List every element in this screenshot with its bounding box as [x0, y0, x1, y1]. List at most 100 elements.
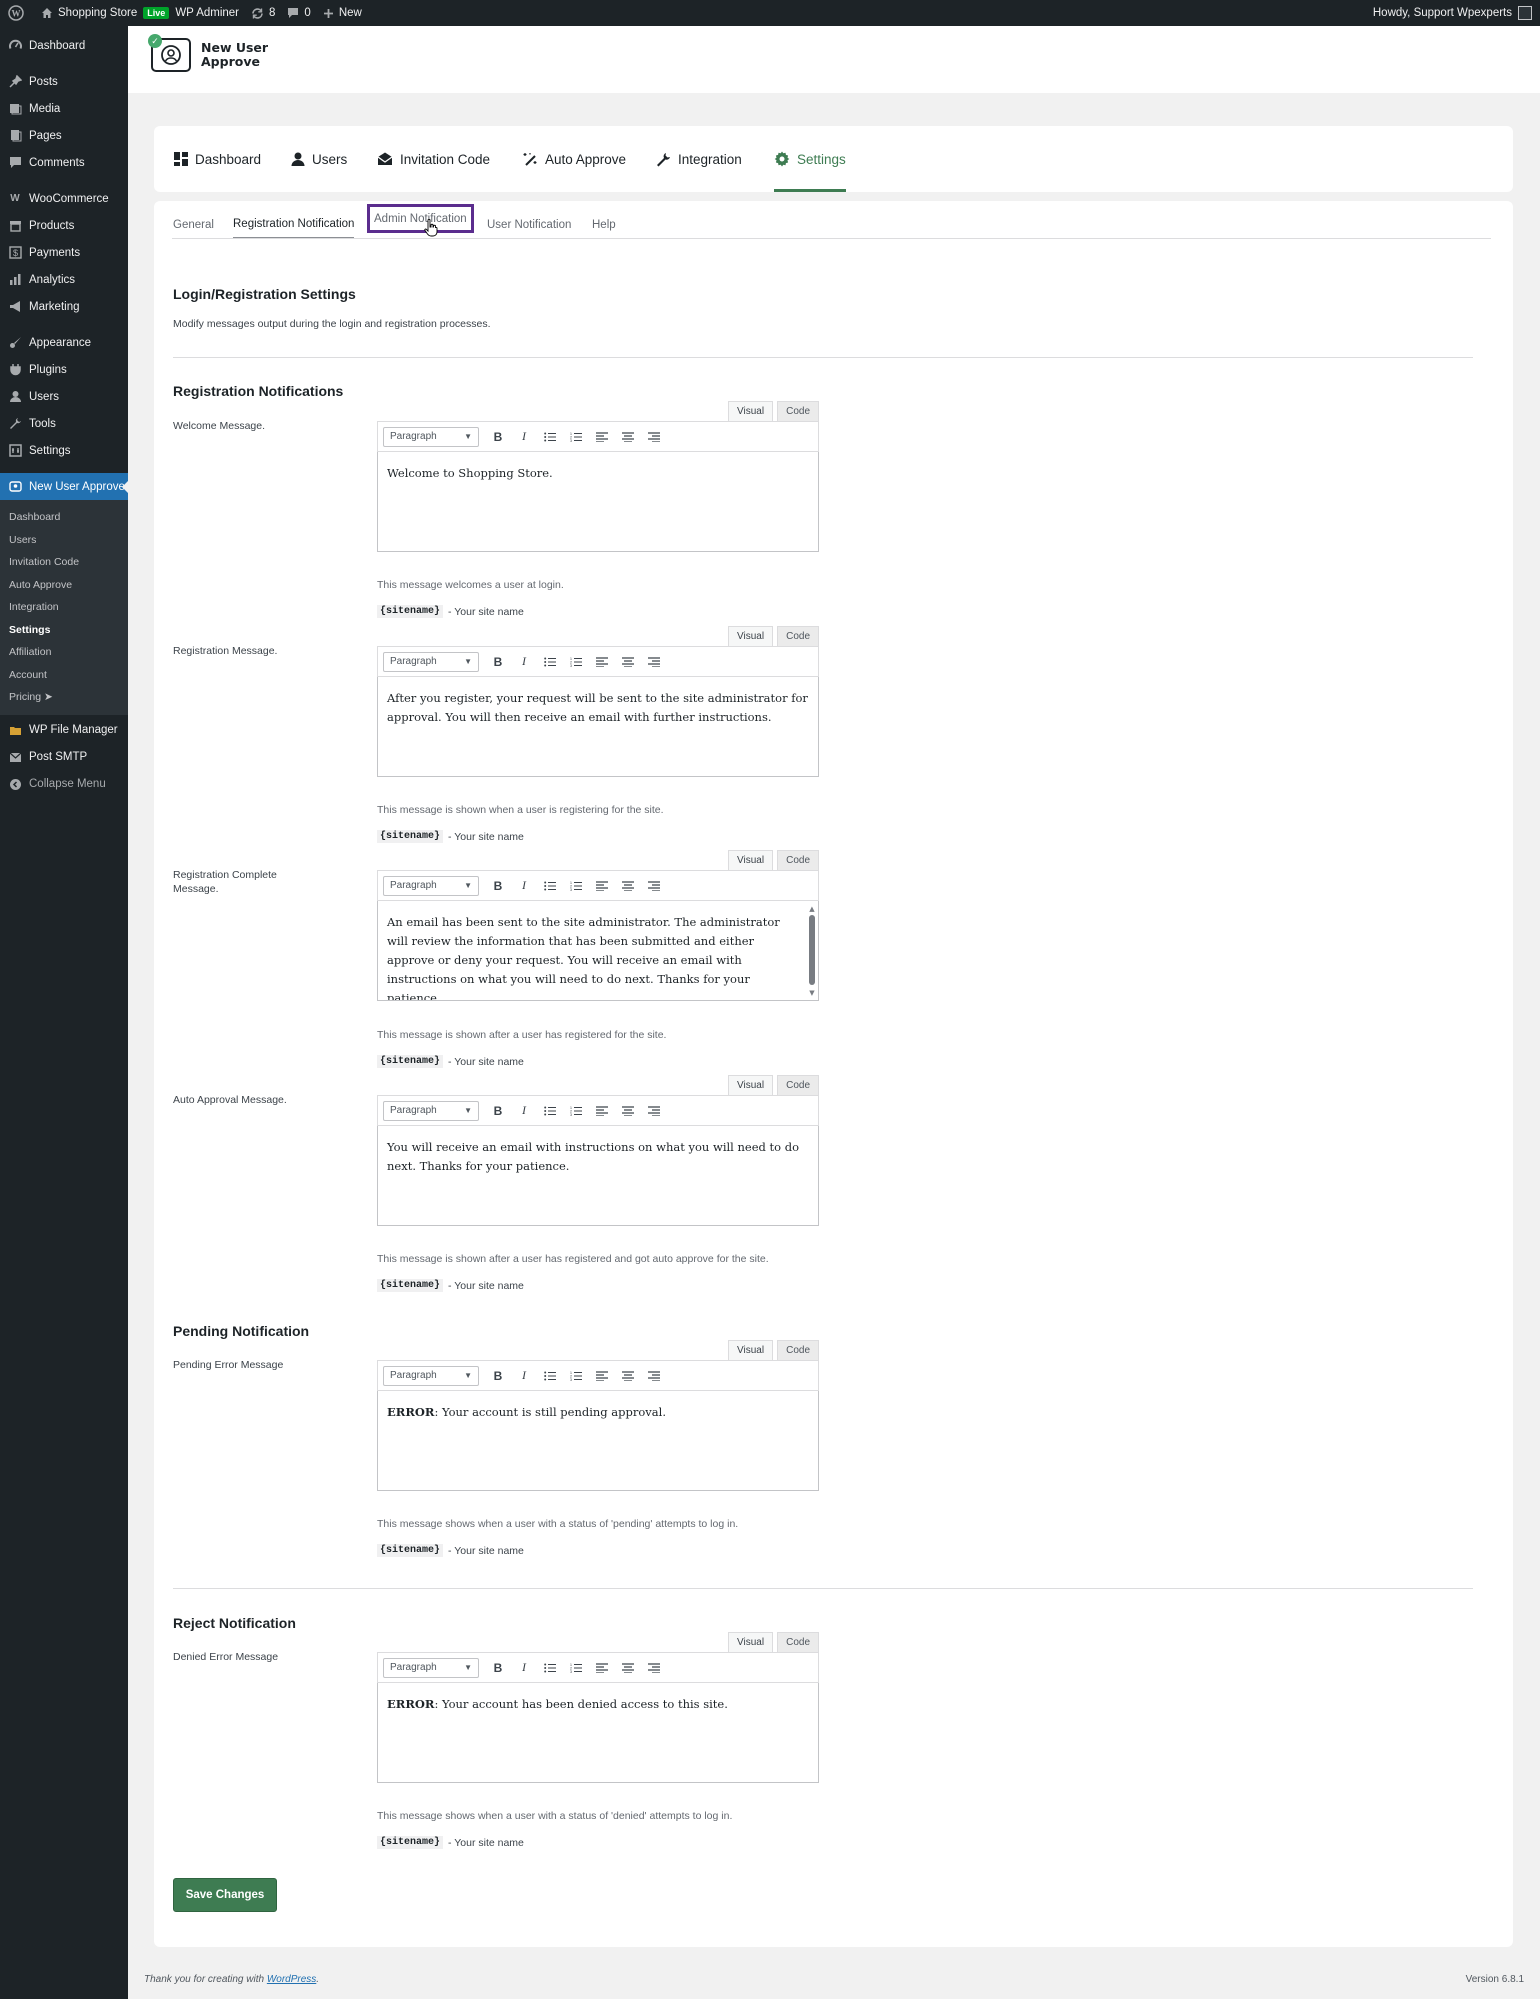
- my-account[interactable]: Howdy, Support Wpexperts: [1373, 0, 1532, 26]
- align-right-icon[interactable]: [641, 875, 667, 897]
- bold-button[interactable]: B: [485, 1657, 511, 1679]
- format-select[interactable]: Paragraph ▼: [383, 1365, 479, 1386]
- italic-button[interactable]: I: [511, 426, 537, 448]
- subtab-general[interactable]: General: [173, 211, 214, 239]
- bullet-list-icon[interactable]: [537, 1100, 563, 1122]
- new-content-link[interactable]: New: [323, 7, 362, 19]
- code-tab[interactable]: Code: [777, 1632, 819, 1652]
- menu-new-user-approve[interactable]: New User Approve: [0, 473, 128, 500]
- code-tab[interactable]: Code: [777, 401, 819, 421]
- code-tab[interactable]: Code: [777, 626, 819, 646]
- subtab-registration-notification[interactable]: Registration Notification: [233, 211, 355, 239]
- submenu-pricing[interactable]: Pricing ➤: [0, 686, 128, 709]
- menu-comments[interactable]: Comments: [0, 149, 128, 176]
- scroll-down-icon[interactable]: ▼: [808, 989, 816, 997]
- format-select[interactable]: Paragraph ▼: [383, 875, 479, 896]
- align-left-icon[interactable]: [589, 426, 615, 448]
- format-select[interactable]: Paragraph ▼: [383, 651, 479, 672]
- submenu-dashboard[interactable]: Dashboard: [0, 506, 128, 529]
- menu-woocommerce[interactable]: W WooCommerce: [0, 185, 128, 212]
- italic-button[interactable]: I: [511, 1365, 537, 1387]
- align-center-icon[interactable]: [615, 875, 641, 897]
- tab-dashboard[interactable]: Dashboard: [174, 126, 261, 192]
- welcome-message-content[interactable]: Welcome to Shopping Store.: [377, 452, 819, 552]
- numbered-list-icon[interactable]: 123: [563, 875, 589, 897]
- tab-users[interactable]: Users: [291, 126, 347, 192]
- align-left-icon[interactable]: [589, 651, 615, 673]
- format-select[interactable]: Paragraph ▼: [383, 1657, 479, 1678]
- align-right-icon[interactable]: [641, 426, 667, 448]
- bullet-list-icon[interactable]: [537, 875, 563, 897]
- submenu-users[interactable]: Users: [0, 529, 128, 552]
- scrollbar-thumb[interactable]: [809, 915, 815, 985]
- menu-products[interactable]: Products: [0, 212, 128, 239]
- menu-payments[interactable]: $ Payments: [0, 239, 128, 266]
- submenu-integration[interactable]: Integration: [0, 596, 128, 619]
- pending-error-content[interactable]: ERROR: Your account is still pending app…: [377, 1391, 819, 1491]
- format-select[interactable]: Paragraph ▼: [383, 426, 479, 447]
- menu-pages[interactable]: Pages: [0, 122, 128, 149]
- menu-users[interactable]: Users: [0, 383, 128, 410]
- site-name-link[interactable]: Shopping Store: [41, 7, 137, 19]
- align-left-icon[interactable]: [589, 1657, 615, 1679]
- bullet-list-icon[interactable]: [537, 651, 563, 673]
- comments-link[interactable]: 0: [287, 7, 311, 19]
- align-left-icon[interactable]: [589, 1365, 615, 1387]
- tab-settings[interactable]: Settings: [774, 126, 846, 192]
- visual-tab[interactable]: Visual: [728, 1075, 774, 1095]
- save-changes-button[interactable]: Save Changes: [173, 1878, 277, 1912]
- scroll-up-icon[interactable]: ▲: [808, 905, 816, 913]
- bold-button[interactable]: B: [485, 875, 511, 897]
- align-right-icon[interactable]: [641, 651, 667, 673]
- menu-appearance[interactable]: Appearance: [0, 329, 128, 356]
- registration-complete-content[interactable]: An email has been sent to the site admin…: [377, 901, 819, 1001]
- menu-settings[interactable]: Settings: [0, 437, 128, 464]
- code-tab[interactable]: Code: [777, 1340, 819, 1360]
- format-select[interactable]: Paragraph ▼: [383, 1100, 479, 1121]
- subtab-user-notification[interactable]: User Notification: [487, 211, 571, 239]
- subtab-admin-notification[interactable]: Admin Notification: [367, 204, 474, 233]
- italic-button[interactable]: I: [511, 875, 537, 897]
- editor-scrollbar[interactable]: ▲ ▼: [808, 905, 816, 997]
- bullet-list-icon[interactable]: [537, 1365, 563, 1387]
- subtab-help[interactable]: Help: [592, 211, 616, 239]
- bold-button[interactable]: B: [485, 651, 511, 673]
- collapse-menu-button[interactable]: Collapse Menu: [0, 771, 128, 798]
- wordpress-link[interactable]: WordPress: [267, 1974, 316, 1985]
- bullet-list-icon[interactable]: [537, 426, 563, 448]
- italic-button[interactable]: I: [511, 651, 537, 673]
- menu-media[interactable]: Media: [0, 95, 128, 122]
- visual-tab[interactable]: Visual: [728, 1632, 774, 1652]
- align-left-icon[interactable]: [589, 875, 615, 897]
- align-right-icon[interactable]: [641, 1100, 667, 1122]
- submenu-settings[interactable]: Settings: [0, 619, 128, 642]
- tab-invitation-code[interactable]: Invitation Code: [377, 126, 490, 192]
- auto-approval-content[interactable]: You will receive an email with instructi…: [377, 1126, 819, 1226]
- align-center-icon[interactable]: [615, 1657, 641, 1679]
- menu-marketing[interactable]: Marketing: [0, 293, 128, 320]
- menu-analytics[interactable]: Analytics: [0, 266, 128, 293]
- bold-button[interactable]: B: [485, 1100, 511, 1122]
- visual-tab[interactable]: Visual: [728, 1340, 774, 1360]
- numbered-list-icon[interactable]: 123: [563, 426, 589, 448]
- menu-dashboard[interactable]: Dashboard: [0, 32, 128, 59]
- menu-wp-file-manager[interactable]: WP File Manager: [0, 717, 128, 744]
- menu-post-smtp[interactable]: Post SMTP: [0, 744, 128, 771]
- align-right-icon[interactable]: [641, 1365, 667, 1387]
- align-center-icon[interactable]: [615, 1365, 641, 1387]
- submenu-account[interactable]: Account: [0, 664, 128, 687]
- align-center-icon[interactable]: [615, 651, 641, 673]
- bullet-list-icon[interactable]: [537, 1657, 563, 1679]
- wp-adminer-link[interactable]: Live WP Adminer: [143, 7, 239, 19]
- submenu-affiliation[interactable]: Affiliation: [0, 641, 128, 664]
- align-left-icon[interactable]: [589, 1100, 615, 1122]
- numbered-list-icon[interactable]: 123: [563, 651, 589, 673]
- bold-button[interactable]: B: [485, 426, 511, 448]
- numbered-list-icon[interactable]: 123: [563, 1100, 589, 1122]
- visual-tab[interactable]: Visual: [728, 626, 774, 646]
- updates-link[interactable]: 8: [251, 7, 275, 20]
- denied-error-content[interactable]: ERROR: Your account has been denied acce…: [377, 1683, 819, 1783]
- menu-posts[interactable]: Posts: [0, 68, 128, 95]
- code-tab[interactable]: Code: [777, 850, 819, 870]
- tab-integration[interactable]: Integration: [656, 126, 742, 192]
